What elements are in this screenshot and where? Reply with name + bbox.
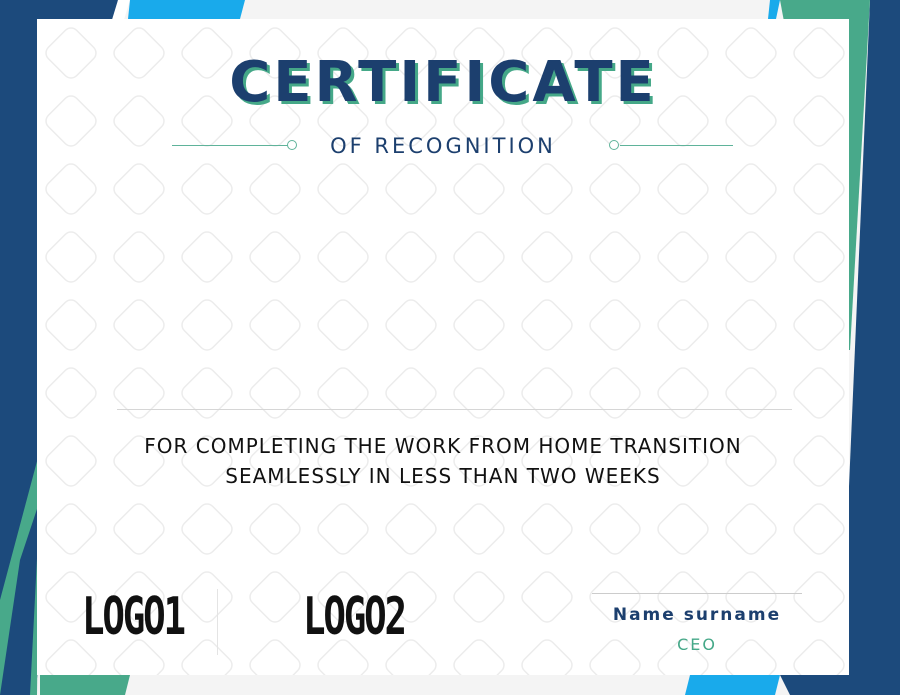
signatory-name: Name surname bbox=[612, 605, 782, 625]
certificate-title: CERTIFICATE bbox=[229, 50, 657, 115]
right-rule bbox=[620, 145, 733, 146]
name-divider bbox=[117, 409, 792, 410]
logo-2: LOGO2 bbox=[303, 587, 407, 647]
certificate-card: CERTIFICATE OF RECOGNITION FOR COMPLETIN… bbox=[37, 19, 849, 675]
recognition-message: FOR COMPLETING THE WORK FROM HOME TRANSI… bbox=[37, 431, 849, 491]
signatory-role: CEO bbox=[677, 635, 717, 654]
subtitle-row: OF RECOGNITION bbox=[37, 131, 849, 161]
signature-line bbox=[592, 593, 802, 594]
background-pattern bbox=[37, 19, 849, 675]
certificate-subtitle: OF RECOGNITION bbox=[330, 134, 556, 158]
right-rule-dot bbox=[609, 140, 619, 150]
message-line-1: FOR COMPLETING THE WORK FROM HOME TRANSI… bbox=[144, 434, 742, 458]
message-line-2: SEAMLESSLY IN LESS THAN TWO WEEKS bbox=[225, 464, 661, 488]
logo-1: LOGO1 bbox=[82, 587, 186, 647]
logo-separator bbox=[217, 589, 218, 655]
